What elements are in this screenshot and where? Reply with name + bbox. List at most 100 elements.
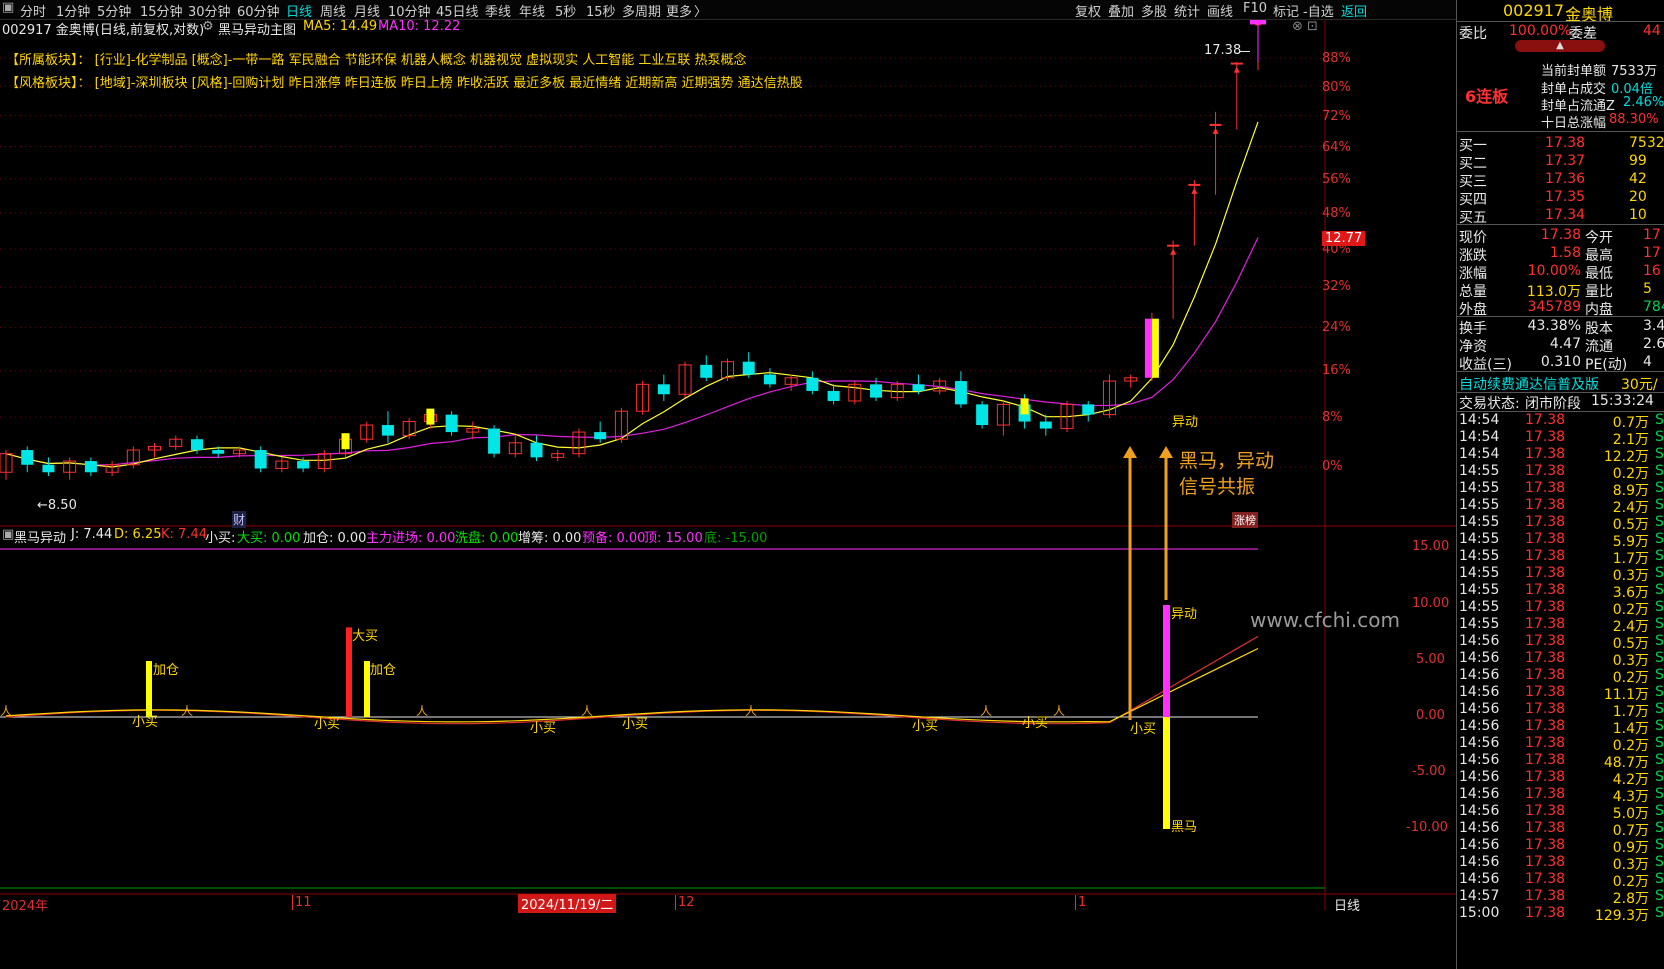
tick-price: 17.38	[1525, 650, 1566, 666]
tick-volume: 129.3万	[1594, 908, 1649, 924]
tick-time: 14:56	[1459, 786, 1500, 802]
candle-body	[870, 384, 883, 398]
candle-body	[488, 428, 501, 454]
toolbar-menu-icon[interactable]: ▣	[2, 0, 14, 15]
signal-arrow-left-head	[1123, 446, 1137, 458]
btn-fuquan[interactable]: 复权	[1075, 1, 1101, 20]
weibi-value: 100.00%	[1509, 23, 1572, 39]
period-more-arrow[interactable]: 〉	[694, 1, 707, 20]
xiaomai-label: 小买	[530, 721, 557, 736]
current-price-tag: 12.77	[1322, 231, 1366, 246]
yidong-bar	[1163, 605, 1170, 717]
candle-body	[1082, 404, 1095, 415]
tick-time: 14:55	[1459, 616, 1500, 632]
indicator-name[interactable]: 黑马异动	[14, 527, 66, 546]
period-quarter[interactable]: 季线	[485, 1, 511, 20]
seal-stat-value: 88.30%	[1609, 112, 1659, 127]
tick-time: 14:56	[1459, 701, 1500, 717]
tick-side: S	[1655, 871, 1664, 887]
tick-side: S	[1655, 429, 1664, 445]
period-5sec[interactable]: 5秒	[555, 1, 576, 20]
tick-price: 17.38	[1525, 497, 1566, 513]
btn-tongji[interactable]: 统计	[1174, 1, 1200, 20]
tick-price: 17.38	[1525, 565, 1566, 581]
weicha-value: 44	[1643, 23, 1661, 39]
person-marker: 人	[1053, 704, 1065, 718]
ind-di: 底: -15.00	[704, 531, 768, 546]
divider	[1457, 21, 1664, 22]
period-60min[interactable]: 60分钟	[237, 1, 280, 20]
btn-zixuan[interactable]: -自选	[1303, 1, 1334, 20]
tick-side: S	[1655, 837, 1664, 853]
btn-duogu[interactable]: 多股	[1141, 1, 1167, 20]
tick-time: 14:56	[1459, 837, 1500, 853]
period-1min[interactable]: 1分钟	[56, 1, 90, 20]
period-30min[interactable]: 30分钟	[188, 1, 231, 20]
tick-side: S	[1655, 531, 1664, 547]
quote-value: 784	[1643, 299, 1664, 315]
period-tab-daily[interactable]: 日线	[1334, 895, 1360, 914]
period-weekly[interactable]: 周线	[320, 1, 346, 20]
pct-label: 88%	[1322, 51, 1351, 66]
period-multi[interactable]: 多周期	[622, 1, 661, 20]
cai-badge[interactable]: 财	[232, 511, 247, 528]
period-daily[interactable]: 日线	[286, 1, 312, 20]
btn-fanhui[interactable]: 返回	[1341, 1, 1367, 20]
heima-bar	[1163, 717, 1170, 829]
btn-huaxian[interactable]: 画线	[1207, 1, 1233, 20]
promo-text[interactable]: 自动续费通达信普及版	[1459, 374, 1599, 394]
seal-stat-label: 当前封单额	[1541, 64, 1607, 79]
tick-side: S	[1655, 463, 1664, 479]
seal-stat-value: 2.46%	[1623, 95, 1664, 110]
period-year[interactable]: 年线	[519, 1, 545, 20]
candle-body	[700, 364, 713, 378]
tick-time: 14:56	[1459, 854, 1500, 870]
bid-volume: 10	[1629, 207, 1647, 223]
quote-value: 345789	[1527, 299, 1581, 315]
ind-axis-label: 0.00	[1416, 708, 1445, 723]
btn-f10[interactable]: F10	[1243, 1, 1267, 16]
collapse-arrow-icon[interactable]: ▲	[1515, 40, 1605, 52]
tick-time: 14:56	[1459, 684, 1500, 700]
resonance-annotation-2: 信号共振	[1179, 476, 1256, 498]
period-15min[interactable]: 15分钟	[140, 1, 183, 20]
period-45day[interactable]: 45日线	[436, 1, 479, 20]
tick-side: S	[1655, 888, 1664, 904]
period-5min[interactable]: 5分钟	[97, 1, 131, 20]
zhangbang-badge[interactable]: 涨榜	[1232, 512, 1258, 528]
quote-value: 113.0万	[1526, 284, 1581, 300]
panel-stock-code: 002917	[1503, 1, 1565, 20]
tick-time: 14:56	[1459, 820, 1500, 836]
date-axis: 2024年 11 2024/11/19/二 12 1 日线	[0, 894, 1456, 914]
quote-value: 1.58	[1549, 245, 1581, 261]
period-monthly[interactable]: 月线	[354, 1, 380, 20]
tick-time: 14:55	[1459, 565, 1500, 581]
tick-price: 17.38	[1525, 820, 1566, 836]
btn-biaoji[interactable]: 标记	[1273, 1, 1299, 20]
tick-time: 14:55	[1459, 514, 1500, 530]
divider	[1457, 224, 1664, 225]
tick-price: 17.38	[1525, 718, 1566, 734]
indicator-menu-icon[interactable]: ▣	[2, 527, 14, 542]
period-10min[interactable]: 10分钟	[388, 1, 431, 20]
btn-diejia[interactable]: 叠加	[1108, 1, 1134, 20]
tick-price: 17.38	[1525, 786, 1566, 802]
tick-side: S	[1655, 480, 1664, 496]
bid-label: 买四	[1459, 192, 1487, 208]
period-more[interactable]: 更多	[666, 1, 692, 20]
promo-price[interactable]: 30元/	[1621, 374, 1658, 394]
candle-body	[254, 450, 267, 469]
ind-jiacang: 加仓: 0.00	[303, 531, 367, 546]
period-fenshi[interactable]: 分时	[20, 1, 46, 20]
candle-body	[21, 450, 34, 465]
fund-value: 3.4	[1643, 318, 1664, 334]
tick-side: S	[1655, 565, 1664, 581]
quote-label: 最低	[1585, 266, 1613, 282]
period-15sec[interactable]: 15秒	[586, 1, 616, 20]
candle-body	[84, 461, 97, 473]
date-selected[interactable]: 2024/11/19/二	[518, 894, 617, 913]
tick-time: 14:56	[1459, 650, 1500, 666]
tick-time: 15:00	[1459, 905, 1500, 921]
d-line	[5, 647, 1259, 723]
candle-body	[42, 464, 55, 473]
